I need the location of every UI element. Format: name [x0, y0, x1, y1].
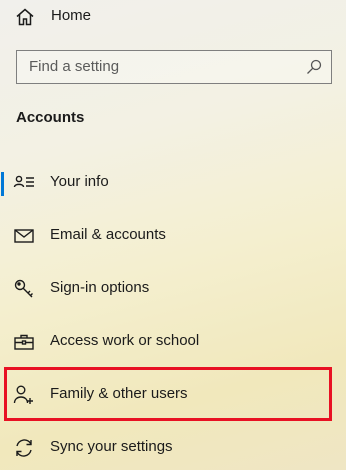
home-link[interactable]: Home [0, 0, 346, 34]
nav-item-label: Access work or school [50, 332, 200, 349]
nav-item-email-accounts[interactable]: Email & accounts [0, 211, 346, 261]
home-icon [14, 6, 36, 28]
nav-item-access-work-school[interactable]: Access work or school [0, 317, 346, 367]
nav-item-label: Your info [50, 173, 109, 190]
search-icon [305, 58, 323, 76]
nav-item-sign-in-options[interactable]: Sign-in options [0, 264, 346, 314]
key-icon [13, 278, 35, 300]
person-card-icon [13, 172, 35, 194]
home-label: Home [51, 7, 92, 24]
search-placeholder: Find a setting [29, 58, 120, 75]
mail-icon [13, 225, 35, 247]
search-input[interactable]: Find a setting [16, 50, 332, 84]
nav-item-label: Sync your settings [50, 438, 173, 455]
section-title: Accounts [16, 109, 85, 126]
selected-indicator [1, 172, 4, 196]
nav-item-label: Sign-in options [50, 279, 150, 296]
highlight-box [4, 367, 332, 421]
nav-item-sync-settings[interactable]: Sync your settings [0, 423, 346, 470]
briefcase-icon [13, 331, 35, 353]
nav-item-your-info[interactable]: Your info [0, 158, 346, 208]
nav-item-label: Email & accounts [50, 226, 166, 243]
sync-icon [13, 437, 35, 459]
